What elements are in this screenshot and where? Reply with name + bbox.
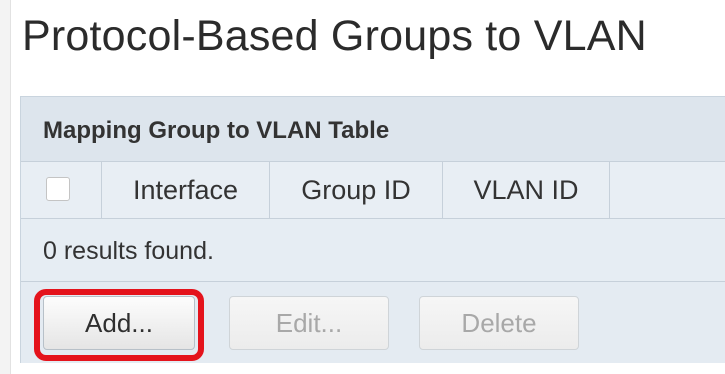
add-button[interactable]: Add... [43, 296, 195, 350]
mapping-table-panel: Mapping Group to VLAN Table Interface Gr… [20, 96, 725, 363]
page: Protocol-Based Groups to VLAN Mapping Gr… [0, 0, 725, 374]
delete-button[interactable]: Delete [419, 296, 579, 350]
column-header-interface[interactable]: Interface [102, 162, 270, 218]
page-title: Protocol-Based Groups to VLAN [22, 12, 647, 60]
column-header-group-id[interactable]: Group ID [270, 162, 443, 218]
select-all-checkbox[interactable] [46, 177, 70, 201]
edit-button[interactable]: Edit... [229, 296, 389, 350]
table-caption: Mapping Group to VLAN Table [43, 117, 390, 144]
select-all-cell [21, 162, 102, 218]
table-caption-bar: Mapping Group to VLAN Table [21, 97, 725, 162]
action-button-row: Add... Edit... Delete [21, 282, 725, 363]
results-row: 0 results found. [21, 219, 725, 282]
results-count: 0 results found. [43, 237, 214, 265]
left-divider [0, 0, 11, 374]
column-header-vlan-id[interactable]: VLAN ID [443, 162, 610, 218]
table-header-row: Interface Group ID VLAN ID [21, 162, 725, 219]
